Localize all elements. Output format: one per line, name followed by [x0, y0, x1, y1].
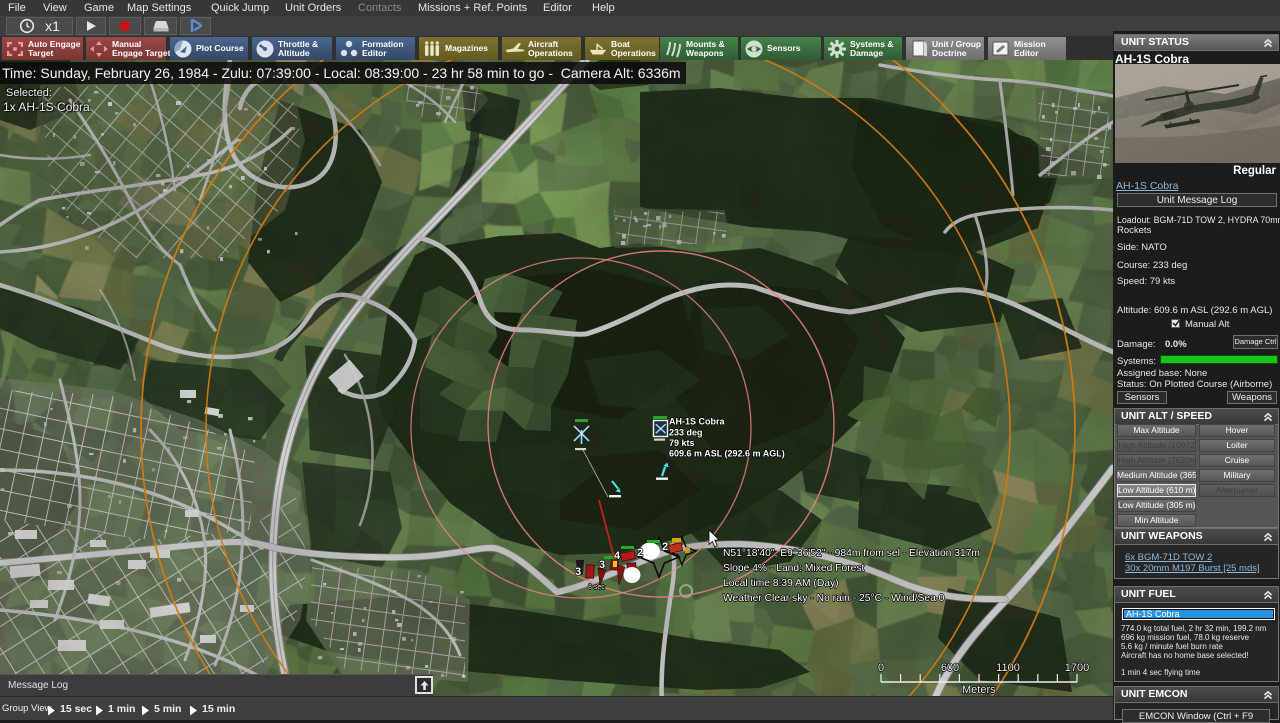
- svg-text:3: 3: [599, 559, 605, 571]
- svg-text:0: 0: [878, 662, 884, 674]
- svg-text:Slope 4% - Land: Mixed Fores: Slope 4% - Land: Mixed Forest: [723, 563, 865, 574]
- svg-text:600: 600: [941, 662, 959, 674]
- svg-text:609.6 m ASL (292.6 m AGL): 609.6 m ASL (292.6 m AGL): [669, 449, 785, 459]
- svg-text:4: 4: [614, 550, 621, 562]
- svg-text:Meters: Meters: [962, 684, 996, 696]
- svg-text:Weather Clear sky - No rain -: Weather Clear sky - No rain - 25°C - Win…: [723, 593, 945, 604]
- svg-text:2: 2: [637, 547, 643, 559]
- svg-text:AH-1S Cobra: AH-1S Cobra: [669, 417, 726, 427]
- svg-text:2: 2: [662, 541, 668, 553]
- svg-text:1700: 1700: [1065, 662, 1089, 674]
- svg-text:79 kts: 79 kts: [669, 438, 695, 448]
- svg-text:1100: 1100: [996, 662, 1020, 674]
- svg-text:233 deg: 233 deg: [669, 428, 703, 438]
- svg-text:8 sec: 8 sec: [588, 584, 605, 591]
- svg-text:Local time 8:39 AM (Day): Local time 8:39 AM (Day): [723, 578, 839, 589]
- svg-text:3: 3: [575, 566, 581, 578]
- svg-text:N51°18'40", E9°36'52" - 984m f: N51°18'40", E9°36'52" - 984m from sel - …: [723, 548, 980, 559]
